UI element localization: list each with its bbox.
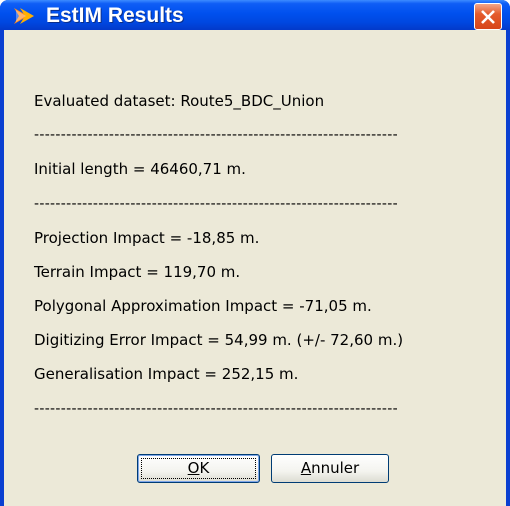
generalisation-impact-line: Generalisation Impact = 252,15 m.	[34, 365, 299, 383]
dataset-line: Evaluated dataset: Route5_BDC_Union	[34, 92, 325, 110]
arrow-logo-icon	[14, 6, 36, 26]
cancel-button[interactable]: Annuler	[271, 454, 389, 483]
terrain-impact-line: Terrain Impact = 119,70 m.	[34, 263, 241, 281]
focus-ring	[141, 458, 256, 479]
window-title: EstIM Results	[46, 4, 184, 27]
digitizing-impact-line: Digitizing Error Impact = 54,99 m. (+/- …	[34, 331, 404, 349]
projection-impact-line: Projection Impact = -18,85 m.	[34, 229, 260, 247]
dialog-window: EstIM Results Evaluated dataset: Route5_…	[0, 0, 510, 506]
ok-button[interactable]: OK	[137, 454, 260, 483]
close-icon	[481, 10, 495, 24]
cancel-mnemonic: A	[300, 459, 312, 477]
separator-1: ----------------------------------------…	[34, 127, 398, 143]
title-bar[interactable]: EstIM Results	[0, 0, 510, 30]
cancel-label-rest: nnuler	[311, 459, 360, 477]
polygonal-impact-line: Polygonal Approximation Impact = -71,05 …	[34, 297, 372, 315]
separator-3: ----------------------------------------…	[34, 401, 398, 417]
initial-length-line: Initial length = 46460,71 m.	[34, 160, 246, 178]
separator-2: ----------------------------------------…	[34, 196, 398, 212]
close-button[interactable]	[474, 3, 502, 30]
dialog-body: Evaluated dataset: Route5_BDC_Union ----…	[4, 30, 506, 506]
